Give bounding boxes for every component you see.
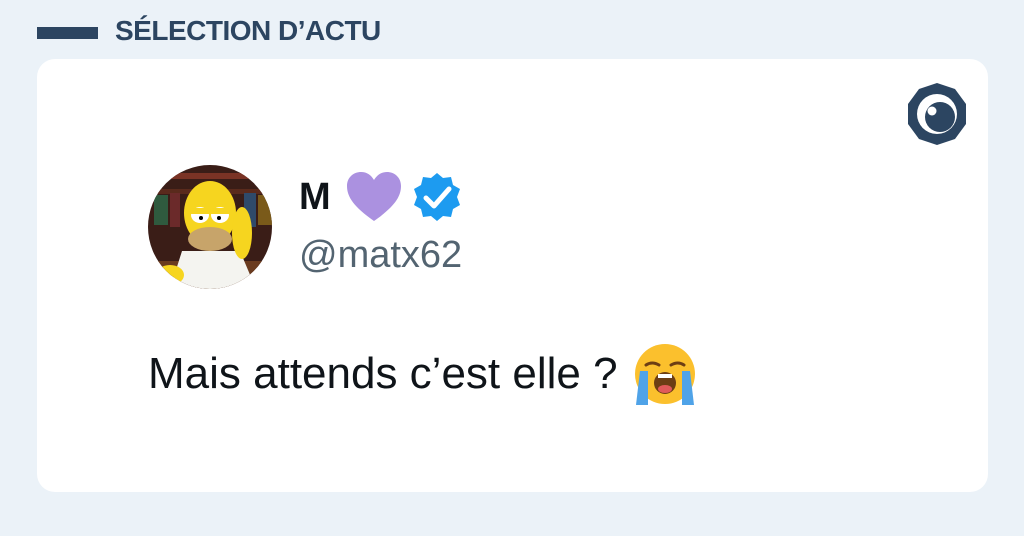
section-header-bar <box>37 27 98 39</box>
purple-heart-icon <box>346 172 401 221</box>
eye-logo-icon <box>908 83 966 145</box>
tweet-text: Mais attends c’est elle ? <box>148 341 698 407</box>
loudly-crying-face-icon <box>634 344 695 405</box>
display-name[interactable]: M <box>299 176 331 219</box>
section-header-title: SÉLECTION D’ACTU <box>115 15 381 46</box>
tweet-card: M @matx62 Mais attends c’est elle ? <box>37 59 988 492</box>
verified-badge-icon <box>413 173 460 221</box>
tweet-text-content: Mais attends c’est elle ? <box>148 349 618 398</box>
author-handle[interactable]: @matx62 <box>299 234 462 277</box>
author-name-row[interactable]: M <box>299 169 463 225</box>
avatar[interactable] <box>148 165 272 289</box>
